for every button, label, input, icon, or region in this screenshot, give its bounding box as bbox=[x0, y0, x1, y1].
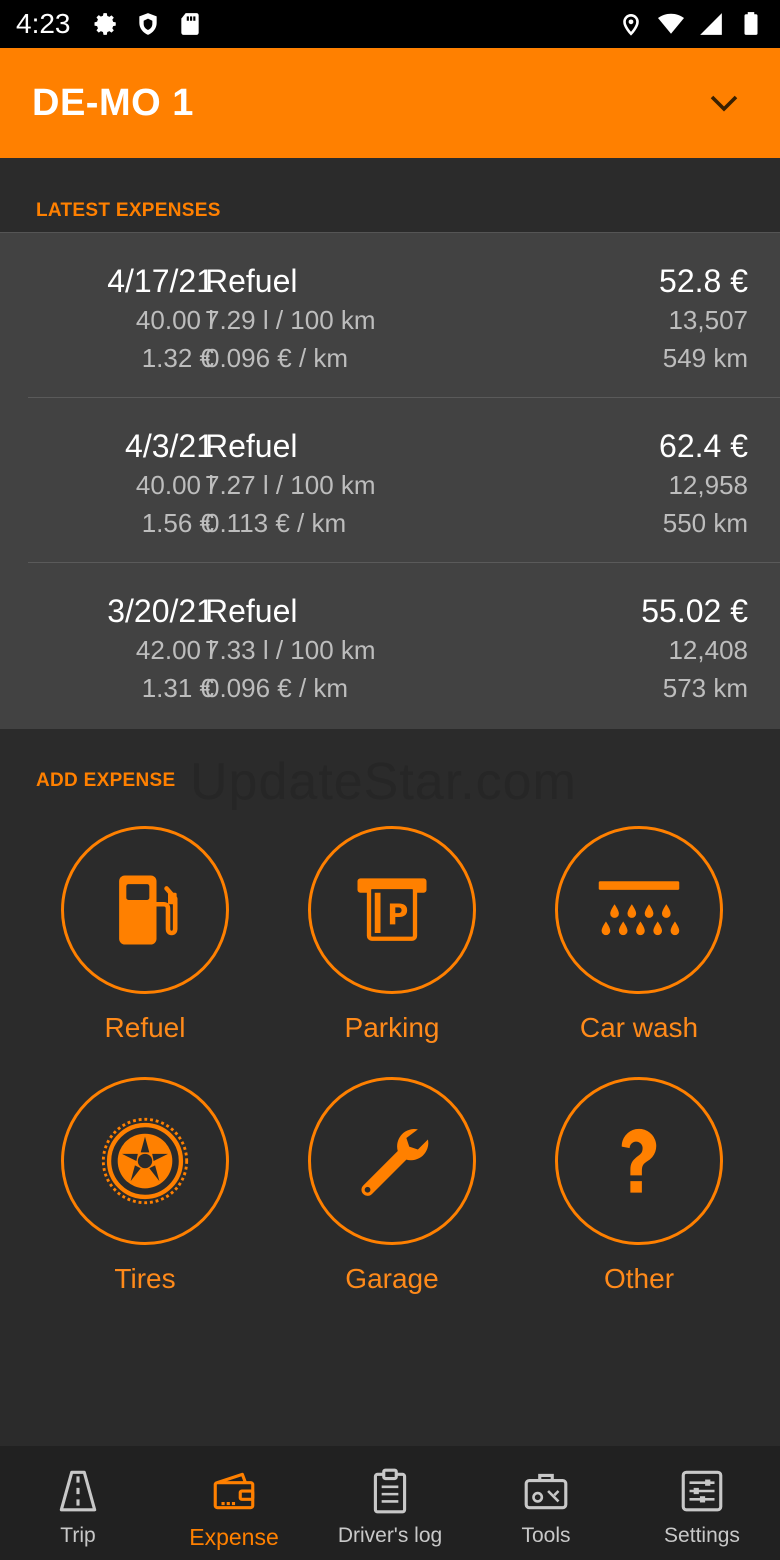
expense-distance: 550 km bbox=[662, 508, 748, 538]
expense-row[interactable]: 4/17/21 40.00 l 1.32 € Refuel 7.29 l / 1… bbox=[28, 233, 780, 398]
expense-liters: 40.00 l bbox=[135, 470, 214, 500]
expense-cost-per-km: 0.096 € / km bbox=[205, 343, 349, 373]
signal-icon bbox=[700, 13, 722, 35]
expense-list: 4/17/21 40.00 l 1.32 € Refuel 7.29 l / 1… bbox=[0, 232, 780, 729]
expense-price-per-liter: 1.32 € bbox=[141, 343, 214, 373]
expense-consumption: 7.29 l / 100 km bbox=[205, 305, 376, 335]
vehicle-title: DE-MO 1 bbox=[32, 81, 194, 124]
clipboard-icon bbox=[373, 1468, 407, 1514]
shield-icon bbox=[138, 13, 157, 35]
nav-drivers-log[interactable]: Driver's log bbox=[312, 1446, 468, 1560]
expense-row[interactable]: 4/3/21 40.00 l 1.56 € Refuel 7.27 l / 10… bbox=[28, 398, 780, 563]
expense-right-column: 62.4 € 12,958 550 km bbox=[659, 426, 748, 542]
latest-expenses-header: LATEST EXPENSES bbox=[36, 200, 221, 221]
expense-row[interactable]: 3/20/21 42.00 l 1.31 € Refuel 7.33 l / 1… bbox=[28, 563, 780, 728]
bottom-navigation: Trip Expense Driver's log Tools Settings bbox=[0, 1446, 780, 1560]
tile-circle bbox=[308, 1077, 476, 1245]
expense-amount: 55.02 € bbox=[641, 593, 748, 629]
add-garage-button[interactable]: Garage bbox=[292, 1077, 492, 1317]
expense-odometer: 12,408 bbox=[668, 635, 748, 665]
expense-price-per-liter: 1.56 € bbox=[141, 508, 214, 538]
tile-circle bbox=[61, 826, 229, 994]
nav-label: Settings bbox=[664, 1524, 740, 1547]
expense-consumption: 7.33 l / 100 km bbox=[205, 635, 376, 665]
location-icon bbox=[623, 14, 639, 36]
expense-date: 3/20/21 bbox=[107, 593, 214, 629]
question-mark-icon bbox=[621, 1128, 657, 1193]
tile-circle bbox=[61, 1077, 229, 1245]
expense-cost-per-km: 0.113 € / km bbox=[205, 508, 347, 538]
tile-label: Garage bbox=[345, 1263, 439, 1294]
add-parking-button[interactable]: P Parking bbox=[292, 826, 492, 1066]
expense-odometer: 12,958 bbox=[668, 470, 748, 500]
expense-amount: 62.4 € bbox=[659, 428, 748, 464]
expense-left-column: 4/3/21 40.00 l 1.56 € bbox=[125, 426, 214, 542]
sliders-icon bbox=[681, 1470, 723, 1512]
expense-liters: 42.00 l bbox=[135, 635, 214, 665]
status-time: 4:23 bbox=[16, 8, 71, 39]
expense-distance: 549 km bbox=[662, 343, 748, 373]
tile-label: Tires bbox=[114, 1263, 176, 1294]
wifi-icon bbox=[658, 13, 684, 34]
add-car-wash-button[interactable]: Car wash bbox=[539, 826, 739, 1066]
nav-label: Trip bbox=[60, 1524, 96, 1547]
expense-liters: 40.00 l bbox=[135, 305, 214, 335]
nav-settings[interactable]: Settings bbox=[624, 1446, 780, 1560]
expense-amount: 52.8 € bbox=[659, 263, 748, 299]
road-icon bbox=[59, 1470, 97, 1512]
status-bar: 4:23 bbox=[0, 0, 780, 48]
nav-trip[interactable]: Trip bbox=[0, 1446, 156, 1560]
expense-type: Refuel bbox=[205, 263, 298, 299]
parking-ticket-icon: P bbox=[357, 878, 427, 941]
expense-odometer: 13,507 bbox=[668, 305, 748, 335]
add-tires-button[interactable]: Tires bbox=[45, 1077, 245, 1317]
tile-circle bbox=[555, 1077, 723, 1245]
nav-expense[interactable]: Expense bbox=[156, 1446, 312, 1560]
expense-consumption: 7.27 l / 100 km bbox=[205, 470, 376, 500]
tile-circle: P bbox=[308, 826, 476, 994]
add-other-button[interactable]: Other bbox=[539, 1077, 739, 1317]
expense-middle-column: Refuel 7.27 l / 100 km 0.113 € / km bbox=[205, 426, 376, 542]
tire-icon bbox=[101, 1117, 189, 1205]
nav-tools[interactable]: Tools bbox=[468, 1446, 624, 1560]
expense-middle-column: Refuel 7.29 l / 100 km 0.096 € / km bbox=[205, 261, 376, 377]
expense-left-column: 3/20/21 42.00 l 1.31 € bbox=[107, 591, 214, 707]
nav-label: Driver's log bbox=[337, 1524, 443, 1547]
tile-label: Parking bbox=[344, 1012, 440, 1043]
expense-date: 4/3/21 bbox=[125, 428, 214, 464]
wrench-icon bbox=[361, 1129, 429, 1196]
tile-label: Car wash bbox=[579, 1012, 699, 1043]
expense-right-column: 55.02 € 12,408 573 km bbox=[641, 591, 748, 707]
tile-circle bbox=[555, 826, 723, 994]
wallet-icon bbox=[213, 1472, 255, 1510]
expense-middle-column: Refuel 7.33 l / 100 km 0.096 € / km bbox=[205, 591, 376, 707]
expense-right-column: 52.8 € 13,507 549 km bbox=[659, 261, 748, 377]
status-icons-left bbox=[93, 11, 203, 37]
expense-left-column: 4/17/21 40.00 l 1.32 € bbox=[107, 261, 214, 377]
svg-text:P: P bbox=[387, 897, 408, 931]
expense-cost-per-km: 0.096 € / km bbox=[205, 673, 349, 703]
nav-label: Expense bbox=[189, 1524, 279, 1550]
add-refuel-button[interactable]: Refuel bbox=[45, 826, 245, 1066]
expense-type: Refuel bbox=[205, 593, 298, 629]
watermark: UpdateStar.com bbox=[190, 753, 577, 811]
expense-date: 4/17/21 bbox=[107, 263, 214, 299]
expense-distance: 573 km bbox=[662, 673, 748, 703]
tile-label: Other bbox=[603, 1263, 675, 1294]
expense-price-per-liter: 1.31 € bbox=[141, 673, 214, 703]
battery-icon bbox=[744, 12, 758, 35]
expense-type: Refuel bbox=[205, 428, 298, 464]
toolbox-icon bbox=[524, 1473, 568, 1510]
status-icons-right bbox=[618, 11, 764, 37]
sd-card-icon bbox=[180, 13, 199, 35]
app-bar: DE-MO 1 bbox=[0, 48, 780, 158]
car-wash-icon bbox=[598, 881, 680, 936]
gear-icon bbox=[94, 13, 116, 35]
chevron-down-icon bbox=[710, 95, 738, 112]
vehicle-dropdown-button[interactable] bbox=[700, 79, 748, 127]
fuel-pump-icon bbox=[119, 875, 178, 945]
tile-label: Refuel bbox=[104, 1012, 186, 1043]
nav-label: Tools bbox=[521, 1524, 571, 1547]
add-expense-header: ADD EXPENSE bbox=[36, 770, 176, 791]
